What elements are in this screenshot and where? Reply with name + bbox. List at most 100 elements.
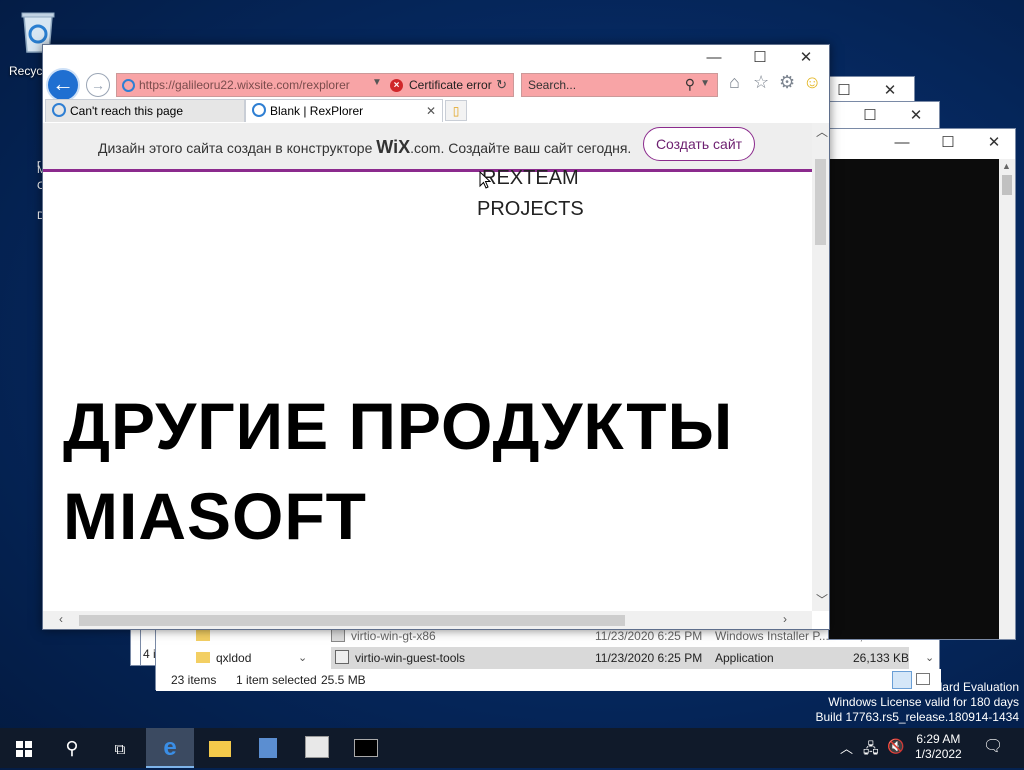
taskbar-server-manager[interactable] (244, 728, 292, 768)
headline-line1: ДРУГИЕ ПРОДУКТЫ (63, 389, 734, 463)
gear-icon[interactable]: ⚙ (779, 72, 795, 93)
maximize-button[interactable]: ☐ (737, 45, 783, 71)
server-manager-icon (259, 738, 277, 758)
tab-cant-reach[interactable]: Can't reach this page (45, 99, 245, 122)
start-button[interactable] (0, 728, 48, 768)
taskbar-app[interactable] (293, 728, 341, 768)
console-window[interactable]: — ☐ ✕ ▲ (828, 128, 1016, 640)
taskbar-file-explorer[interactable] (196, 728, 244, 768)
scroll-left-icon[interactable]: ‹ (59, 612, 63, 626)
tab-strip: Can't reach this page Blank | RexPlorer … (43, 99, 829, 123)
vertical-scrollbar[interactable]: ︿ ﹀ (812, 123, 829, 611)
favorites-star-icon[interactable]: ☆ (753, 72, 769, 93)
watermark-line1: dard Evaluation (935, 680, 1019, 694)
file-name: virtio-win-gt-x86 (351, 629, 436, 643)
network-icon[interactable]: 🖧 (863, 738, 879, 762)
certificate-error-icon[interactable]: × (390, 79, 403, 92)
scroll-down-icon[interactable]: ⌄ (298, 651, 307, 664)
file-row-selected[interactable]: virtio-win-guest-tools 11/23/2020 6:25 P… (331, 647, 909, 669)
wix-banner-text: Дизайн этого сайта создан в конструкторе… (98, 137, 631, 158)
search-icon: ⚲ (65, 738, 79, 758)
tab-label: Blank | RexPlorer (270, 104, 364, 118)
search-placeholder[interactable]: Search... (528, 78, 576, 92)
new-tab-button[interactable]: ▯ (445, 100, 467, 121)
taskbar-command-prompt[interactable] (342, 728, 390, 768)
horizontal-scrollbar[interactable]: ‹ › (43, 611, 812, 629)
folder-icon (196, 652, 210, 663)
scroll-up-icon[interactable]: ▲ (1002, 161, 1011, 171)
tab-label: Can't reach this page (70, 104, 184, 118)
clock[interactable]: 6:29 AM 1/3/2022 (915, 732, 962, 762)
minimize-button[interactable]: — (879, 129, 925, 157)
back-button[interactable]: ← (46, 68, 80, 102)
clock-date: 1/3/2022 (915, 747, 962, 761)
task-view-button[interactable]: ⧉ (96, 728, 144, 768)
headline-line2: MIASOFT (63, 479, 367, 553)
wix-text-before: Дизайн этого сайта создан в конструкторе (98, 140, 373, 156)
browser-window[interactable]: — ☐ ✕ ← → https://galileoru22.wixsite.co… (42, 44, 830, 630)
windows-logo-icon (16, 741, 32, 757)
folder-item[interactable]: qxldod (196, 647, 251, 669)
scroll-down-icon[interactable]: ⌄ (925, 651, 934, 664)
console-scrollbar[interactable]: ▲ (999, 159, 1015, 639)
search-button[interactable]: ⚲ (48, 728, 96, 768)
volume-muted-icon[interactable]: 🔇 (887, 738, 904, 755)
search-dropdown-icon[interactable]: ▼ (700, 78, 710, 89)
scroll-thumb[interactable] (815, 159, 826, 245)
ie-icon (52, 103, 66, 117)
address-dropdown-icon[interactable]: ▼ (372, 77, 382, 88)
site-logo-text[interactable]: REXTEAM PROJECTS (477, 163, 584, 225)
page-headline: ДРУГИЕ ПРОДУКТЫ MIASOFT (63, 381, 733, 561)
maximize-button[interactable]: ☐ (847, 102, 893, 130)
status-item-count: 23 items (171, 673, 217, 687)
recycle-bin-label: Recycl (9, 64, 46, 78)
file-icon (331, 628, 345, 642)
maximize-button[interactable]: ☐ (925, 129, 971, 157)
evaluation-watermark: dard Evaluation Windows License valid fo… (816, 680, 1020, 725)
address-bar[interactable]: https://galileoru22.wixsite.com/rexplore… (116, 73, 514, 97)
scroll-down-icon[interactable]: ﹀ (816, 591, 828, 608)
smiley-feedback-icon[interactable]: ☺ (803, 72, 821, 93)
notification-center-icon[interactable]: 🗨 (983, 736, 1003, 756)
close-button[interactable]: ✕ (893, 102, 939, 130)
scroll-up-icon[interactable]: ︿ (816, 123, 828, 140)
forward-button[interactable]: → (86, 73, 110, 97)
file-date: 11/23/2020 6:25 PM (595, 651, 703, 665)
watermark-line2: Windows License valid for 180 days (828, 695, 1019, 709)
minimize-button[interactable]: — (691, 45, 737, 71)
home-icon[interactable]: ⌂ (729, 72, 740, 93)
navigation-bar: ← → https://galileoru22.wixsite.com/rexp… (43, 68, 829, 102)
mouse-cursor-icon (479, 171, 491, 189)
tab-rexplorer[interactable]: Blank | RexPlorer ✕ (245, 99, 443, 122)
folder-icon (209, 741, 231, 757)
search-box[interactable]: Search... ⚲ ▼ (521, 73, 718, 97)
console-output[interactable] (829, 159, 1001, 639)
refresh-icon[interactable]: ↻ (496, 77, 507, 93)
search-icon[interactable]: ⚲ (685, 76, 695, 93)
taskbar-internet-explorer[interactable]: e (146, 728, 194, 768)
close-button[interactable]: ✕ (783, 45, 829, 71)
scroll-right-icon[interactable]: › (783, 612, 787, 626)
scroll-thumb[interactable] (79, 615, 625, 626)
page-content[interactable]: Дизайн этого сайта создан в конструкторе… (43, 123, 812, 611)
new-tab-icon: ▯ (452, 104, 460, 118)
folder-icon (196, 630, 210, 641)
folder-name: qxldod (216, 651, 252, 665)
scroll-thumb[interactable] (1002, 175, 1012, 195)
ie-icon (252, 103, 266, 117)
status-selected: 1 item selected (236, 673, 317, 687)
task-view-icon: ⧉ (114, 741, 126, 758)
show-hidden-icons[interactable]: ︿ (840, 738, 853, 757)
certificate-error-label[interactable]: Certificate error (409, 78, 492, 92)
arrow-left-icon: ← (52, 71, 74, 96)
site-logo-line2: PROJECTS (477, 198, 584, 220)
file-type: Application (715, 651, 774, 665)
close-button[interactable]: ✕ (971, 129, 1017, 157)
ie-icon: e (163, 734, 177, 761)
app-icon (305, 736, 329, 758)
taskbar: ⚲ ⧉ e ︿ 🖧 🔇 6:29 AM 1/3/2022 🗨 (0, 728, 1024, 768)
create-site-button[interactable]: Создать сайт (643, 127, 755, 161)
address-url[interactable]: https://galileoru22.wixsite.com/rexplore… (139, 78, 350, 92)
file-size: 26,133 KB (853, 651, 910, 665)
close-tab-icon[interactable]: ✕ (426, 100, 436, 122)
